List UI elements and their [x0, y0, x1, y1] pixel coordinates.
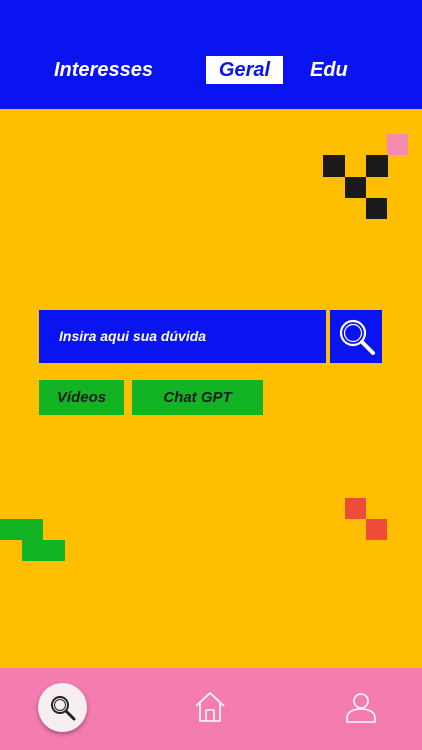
- tab-geral[interactable]: Geral: [206, 56, 283, 84]
- pixel-square: [345, 177, 366, 198]
- tab-interesses[interactable]: Interesses: [54, 56, 153, 84]
- search-placeholder: Insira aqui sua dúvida: [59, 328, 207, 344]
- pixel-square: [366, 198, 387, 219]
- pixel-square: [387, 134, 408, 155]
- search-button[interactable]: [330, 310, 382, 363]
- chat-gpt-button[interactable]: Chat GPT: [132, 380, 263, 415]
- tab-edu[interactable]: Edu: [310, 56, 348, 84]
- pixel-square: [345, 498, 366, 519]
- search-icon: [339, 319, 375, 355]
- top-tab-bar: Interesses Geral Edu: [0, 0, 422, 109]
- nav-profile-button[interactable]: [344, 690, 378, 729]
- user-icon: [346, 693, 376, 723]
- pixel-square: [323, 155, 345, 177]
- home-icon: [195, 692, 225, 722]
- pixel-square: [0, 519, 43, 540]
- pixel-square: [366, 155, 388, 177]
- nav-home-button[interactable]: [193, 690, 227, 729]
- pixel-square: [366, 519, 387, 540]
- pixel-square: [22, 540, 65, 561]
- search-icon: [51, 696, 76, 721]
- videos-button[interactable]: Vídeos: [39, 380, 124, 415]
- nav-search-button[interactable]: [38, 683, 87, 732]
- bottom-nav-bar: [0, 668, 422, 750]
- search-input[interactable]: Insira aqui sua dúvida: [39, 310, 326, 363]
